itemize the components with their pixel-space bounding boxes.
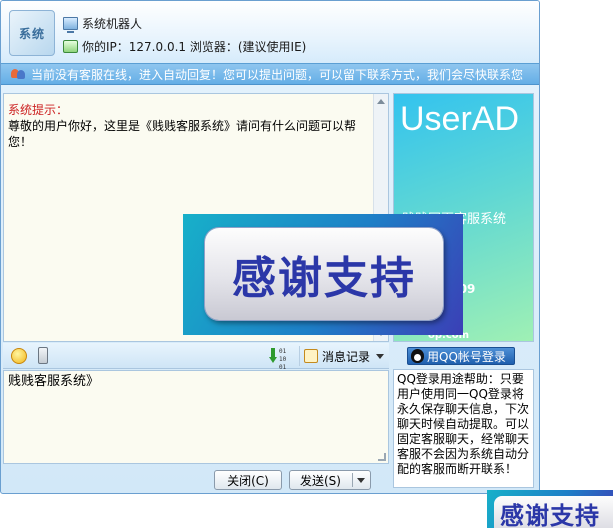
emoticon-icon[interactable] [11, 348, 27, 364]
thanks-mini-text: 感谢支持 [500, 502, 600, 528]
history-icon [304, 349, 318, 363]
send-button[interactable]: 发送(S) [289, 470, 371, 490]
message-toolbar: 01 10 01 消息记录 [3, 343, 389, 371]
users-icon [11, 67, 26, 81]
phone-icon[interactable] [38, 347, 48, 364]
thanks-banner-plate: 感谢支持 [205, 228, 443, 320]
ip-info: 你的IP：127.0.0.1 浏览器：(建议使用IE) [82, 40, 307, 54]
qq-penguin-icon [411, 349, 424, 363]
send-options-chevron-icon[interactable] [357, 478, 365, 483]
system-tip-label: 系统提示： [8, 103, 69, 117]
thanks-banner-text: 感谢支持 [232, 253, 416, 304]
chevron-down-icon [376, 353, 385, 359]
thanks-mini-plate: 感谢支持 [494, 496, 613, 528]
close-button-label: 关闭(C) [227, 473, 269, 488]
file-transfer-icon[interactable]: 01 10 01 [269, 348, 291, 371]
robot-name: 系统机器人 [82, 17, 143, 31]
offline-notice-bar: 当前没有客服在线，进入自动回复！您可以提出问题，可以留下联系方式，我们会尽快联系… [1, 63, 539, 85]
network-icon [63, 40, 78, 53]
send-button-label: 发送(S) [300, 473, 341, 488]
message-input[interactable]: 贱贱客服系统》 [3, 370, 389, 464]
qq-help-content: QQ登录用途帮助：只要用户使用同一QQ登录将永久保存聊天信息，下次聊天时候自动提… [397, 372, 530, 476]
message-history-label: 消息记录 [322, 349, 371, 364]
message-input-value: 贱贱客服系统》 [8, 374, 100, 389]
qq-login-button[interactable]: 用QQ帐号登录 [407, 347, 515, 365]
scroll-up-arrow-icon[interactable] [377, 99, 385, 104]
download-arrow-icon [269, 348, 277, 364]
ad-title: UserAD [400, 100, 520, 138]
computer-icon [63, 17, 78, 33]
system-tip-message: 尊敬的用户你好，这里是《贱贱客服系统》请问有什么问题可以帮您！ [8, 119, 357, 149]
system-avatar: 系统 [9, 10, 55, 56]
robot-name-line: 系统机器人 [63, 15, 143, 33]
thanks-banner: 感谢支持 [183, 214, 463, 335]
chat-message: 系统提示： 尊敬的用户你好，这里是《贱贱客服系统》请问有什么问题可以帮您！ [4, 94, 388, 150]
send-divider [352, 473, 353, 487]
close-button[interactable]: 关闭(C) [214, 470, 282, 490]
binary-bits: 01 10 01 [279, 348, 287, 371]
qq-login-label: 用QQ帐号登录 [427, 349, 506, 364]
resize-grip-icon[interactable] [378, 453, 386, 461]
message-history-button[interactable]: 消息记录 [299, 346, 385, 366]
qq-help-text: QQ登录用途帮助：只要用户使用同一QQ登录将永久保存聊天信息，下次聊天时候自动提… [393, 369, 534, 488]
thanks-mini-banner[interactable]: 感谢支持 [487, 490, 613, 528]
window-header: 系统 系统机器人 你的IP：127.0.0.1 浏览器：(建议使用IE) [1, 1, 539, 63]
ip-info-line: 你的IP：127.0.0.1 浏览器：(建议使用IE) [63, 38, 306, 55]
offline-notice-text: 当前没有客服在线，进入自动回复！您可以提出问题，可以留下联系方式，我们会尽快联系… [31, 67, 524, 82]
avatar-label: 系统 [18, 26, 45, 41]
